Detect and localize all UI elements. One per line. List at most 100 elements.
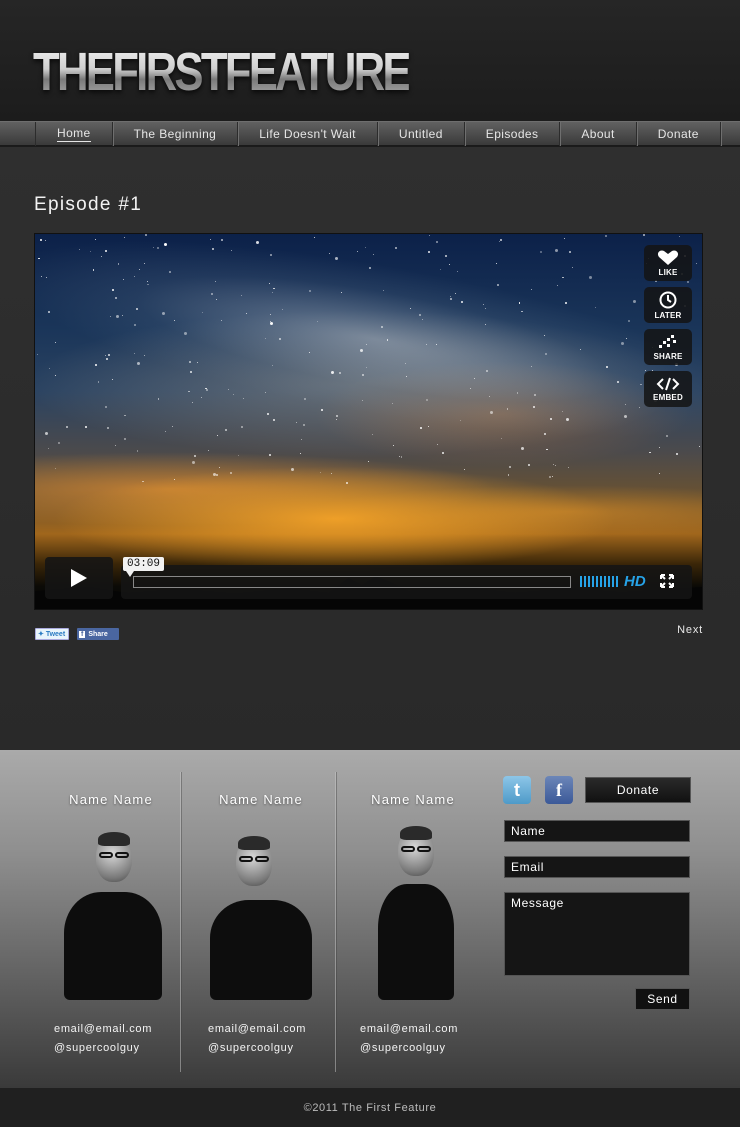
star (589, 276, 592, 280)
nav-item-untitled[interactable]: Untitled (378, 122, 465, 146)
nav-item-life-doesn-t-wait[interactable]: Life Doesn't Wait (238, 122, 378, 146)
nav-list: Home The Beginning Life Doesn't Wait Untitl… (35, 122, 721, 146)
star (484, 308, 486, 310)
star (428, 425, 430, 427)
star (361, 399, 363, 401)
star (45, 276, 47, 278)
star (409, 307, 411, 310)
play-button[interactable] (45, 557, 113, 599)
star (455, 293, 457, 295)
star (675, 452, 678, 455)
star (435, 343, 437, 346)
star (304, 398, 307, 401)
star (299, 452, 301, 454)
like-button[interactable]: LIKE (644, 245, 692, 281)
star (123, 279, 125, 281)
embed-button[interactable]: EMBED (644, 371, 692, 407)
nav-item-label: The Beginning (133, 127, 217, 141)
email-field[interactable] (504, 856, 690, 878)
share-icon (659, 334, 676, 348)
nav-item-about[interactable]: About (560, 122, 637, 146)
star (142, 481, 144, 483)
star (79, 248, 81, 250)
star (241, 294, 243, 296)
star (551, 476, 554, 478)
star (270, 314, 272, 316)
member-email[interactable]: email@email.com (54, 1023, 152, 1035)
video-player[interactable]: LIKE LATER SHARE EMBED HD 03:09 (35, 234, 702, 609)
star (696, 262, 698, 264)
star (339, 372, 342, 375)
site-logo[interactable]: THEFIRSTFEATURE (33, 42, 412, 102)
progress-bar[interactable] (133, 576, 571, 588)
volume-control[interactable] (580, 576, 618, 587)
hd-toggle[interactable]: HD (624, 573, 646, 590)
nav-item-the-beginning[interactable]: The Beginning (113, 122, 239, 146)
star (500, 438, 502, 440)
later-label: LATER (654, 310, 682, 320)
member-handle[interactable]: @supercoolguy (208, 1042, 294, 1054)
star (368, 267, 371, 270)
star (572, 267, 574, 269)
star (101, 256, 103, 258)
member-email[interactable]: email@email.com (360, 1023, 458, 1035)
tweet-button[interactable]: ✦ Tweet (35, 628, 69, 640)
star (117, 263, 119, 265)
star (372, 253, 374, 255)
star (643, 234, 645, 237)
star (207, 450, 210, 452)
control-bar: HD (121, 565, 692, 599)
star (211, 293, 214, 296)
embed-label: EMBED (653, 392, 683, 402)
star (387, 339, 389, 341)
share-video-button[interactable]: SHARE (644, 329, 692, 365)
star (331, 472, 333, 475)
star (435, 241, 438, 243)
name-field[interactable] (504, 820, 690, 842)
send-button[interactable]: Send (635, 988, 690, 1010)
star (544, 433, 547, 435)
nav-item-episodes[interactable]: Episodes (465, 122, 561, 146)
star (621, 341, 625, 345)
watch-later-button[interactable]: LATER (644, 287, 692, 323)
member-handle[interactable]: @supercoolguy (360, 1042, 446, 1054)
star (269, 320, 271, 322)
star (319, 472, 322, 474)
episode-title: Episode #1 (34, 194, 143, 215)
star (427, 251, 430, 253)
star (121, 315, 123, 317)
message-field[interactable] (504, 892, 690, 976)
star (264, 338, 266, 340)
donate-button[interactable]: Donate (585, 777, 691, 803)
star (421, 319, 423, 321)
nav-item-home[interactable]: Home (36, 122, 113, 146)
star (499, 239, 502, 242)
star (146, 280, 149, 282)
next-link[interactable]: Next (677, 624, 703, 636)
member-name: Name Name (69, 792, 153, 807)
nav-item-donate[interactable]: Donate (637, 122, 721, 146)
member-handle[interactable]: @supercoolguy (54, 1042, 140, 1054)
star (214, 281, 217, 283)
site-header: THEFIRSTFEATURE (0, 0, 740, 121)
star (224, 429, 227, 432)
star (94, 239, 97, 241)
star (469, 388, 471, 390)
fullscreen-icon[interactable] (660, 574, 674, 588)
star (308, 351, 310, 353)
star (498, 240, 500, 242)
star (41, 276, 43, 278)
member-photo (196, 824, 326, 1000)
member-email[interactable]: email@email.com (208, 1023, 306, 1035)
star (114, 445, 116, 447)
star (564, 238, 566, 240)
facebook-share-button[interactable]: f Share (77, 628, 119, 640)
star (330, 371, 334, 375)
facebook-icon[interactable]: f (545, 776, 573, 804)
star (111, 378, 113, 380)
star (134, 275, 136, 278)
twitter-icon[interactable]: t (503, 776, 531, 804)
star (441, 452, 444, 455)
star (144, 263, 146, 265)
star (221, 320, 223, 322)
